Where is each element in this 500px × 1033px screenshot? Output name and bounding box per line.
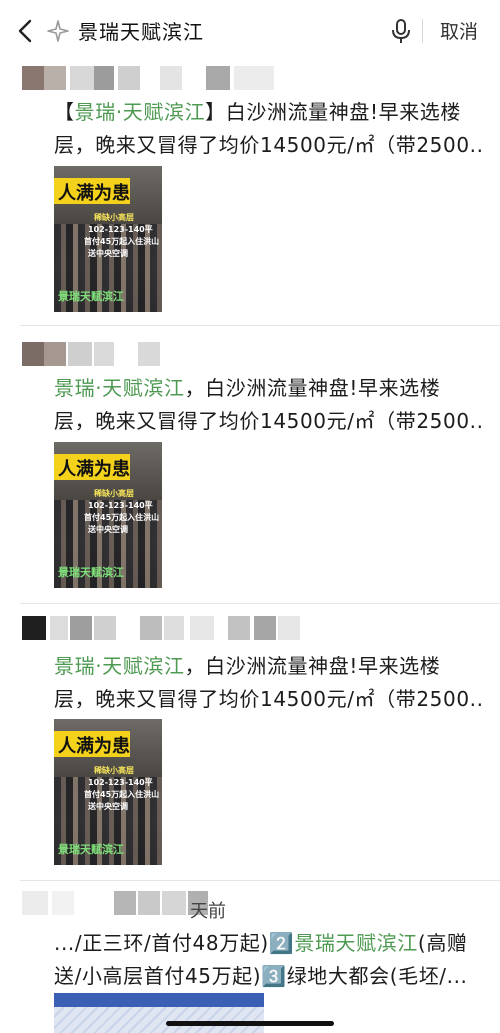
- result-thumbnail[interactable]: 人满为患 稀缺小高层 102-123-140平 首付45万起入住洪山 送中央空调…: [54, 442, 162, 588]
- search-bar: 景瑞天赋滨江 取消: [0, 0, 500, 62]
- avatar-row-blurred: [22, 891, 262, 915]
- thumb-line: 102-123-140平: [88, 778, 153, 787]
- thumb-banner: 人满为患: [58, 183, 130, 204]
- thumb-line: 稀缺小高层: [94, 489, 134, 498]
- microphone-icon[interactable]: [390, 18, 412, 44]
- thumb-brand: 景瑞天赋滨江: [58, 290, 124, 303]
- result-title-line1: 景瑞·天赋滨江，白沙洲流量神盘!早来选楼: [54, 654, 441, 678]
- thumb-brand: 景瑞天赋滨江: [58, 566, 124, 579]
- divider: [422, 19, 423, 43]
- chevron-left-icon[interactable]: [14, 18, 38, 44]
- result-thumbnail[interactable]: 人满为患 稀缺小高层 102-123-140平 首付45万起入住洪山 送中央空调…: [54, 719, 162, 865]
- thumb-line: 稀缺小高层: [94, 213, 134, 222]
- result-title-line2: 层，晚来又冒得了均价14500元/㎡（带2500...: [54, 133, 484, 157]
- result-title-line1: 【景瑞·天赋滨江】白沙洲流量神盘!早来选楼: [54, 100, 461, 124]
- thumb-line: 送中央空调: [88, 802, 128, 811]
- result-thumbnail-partial[interactable]: [54, 993, 264, 1033]
- thumb-brand: 景瑞天赋滨江: [58, 843, 124, 856]
- thumb-line: 送中央空调: [88, 249, 128, 258]
- thumb-line: 102-123-140平: [88, 501, 153, 510]
- thumb-line: 首付45万起入住洪山: [84, 790, 160, 799]
- home-indicator: [166, 1021, 334, 1026]
- result-item[interactable]: 景瑞·天赋滨江，白沙洲流量神盘!早来选楼 层，晚来又冒得了均价14500元/㎡（…: [0, 604, 500, 881]
- search-icon: [47, 20, 69, 42]
- post-time: 天前: [190, 901, 226, 922]
- thumb-line: 首付45万起入住洪山: [84, 513, 160, 522]
- result-title-line2: 层，晚来又冒得了均价14500元/㎡（带2500...: [54, 687, 484, 711]
- thumb-line: 稀缺小高层: [94, 766, 134, 775]
- thumb-banner: 人满为患: [58, 459, 130, 480]
- thumb-banner: 人满为患: [58, 736, 130, 757]
- avatar-row-blurred: [22, 66, 282, 90]
- result-thumbnail[interactable]: 人满为患 稀缺小高层 102-123-140平 首付45万起入住洪山 送中央空调…: [54, 166, 162, 312]
- result-title-line1: 景瑞·天赋滨江，白沙洲流量神盘!早来选楼: [54, 376, 441, 400]
- result-title-line2: 层，晚来又冒得了均价14500元/㎡（带2500...: [54, 409, 484, 433]
- search-input[interactable]: 景瑞天赋滨江: [78, 16, 204, 45]
- thumb-line: 首付45万起入住洪山: [84, 237, 160, 246]
- cancel-button[interactable]: 取消: [440, 17, 478, 44]
- result-title-line2: 送/小高层首付45万起)3️⃣绿地大都会(毛坯/...: [54, 964, 468, 988]
- result-item[interactable]: 【景瑞·天赋滨江】白沙洲流量神盘!早来选楼 层，晚来又冒得了均价14500元/㎡…: [0, 62, 500, 326]
- thumb-line: 102-123-140平: [88, 225, 153, 234]
- avatar-row-blurred: [22, 616, 302, 640]
- avatar-row-blurred: [22, 342, 182, 366]
- thumb-line: 送中央空调: [88, 525, 128, 534]
- result-title-line1: .../正三环/首付48万起)2️⃣景瑞天赋滨江(高赠: [54, 931, 468, 955]
- result-item[interactable]: 景瑞·天赋滨江，白沙洲流量神盘!早来选楼 层，晚来又冒得了均价14500元/㎡（…: [0, 326, 500, 604]
